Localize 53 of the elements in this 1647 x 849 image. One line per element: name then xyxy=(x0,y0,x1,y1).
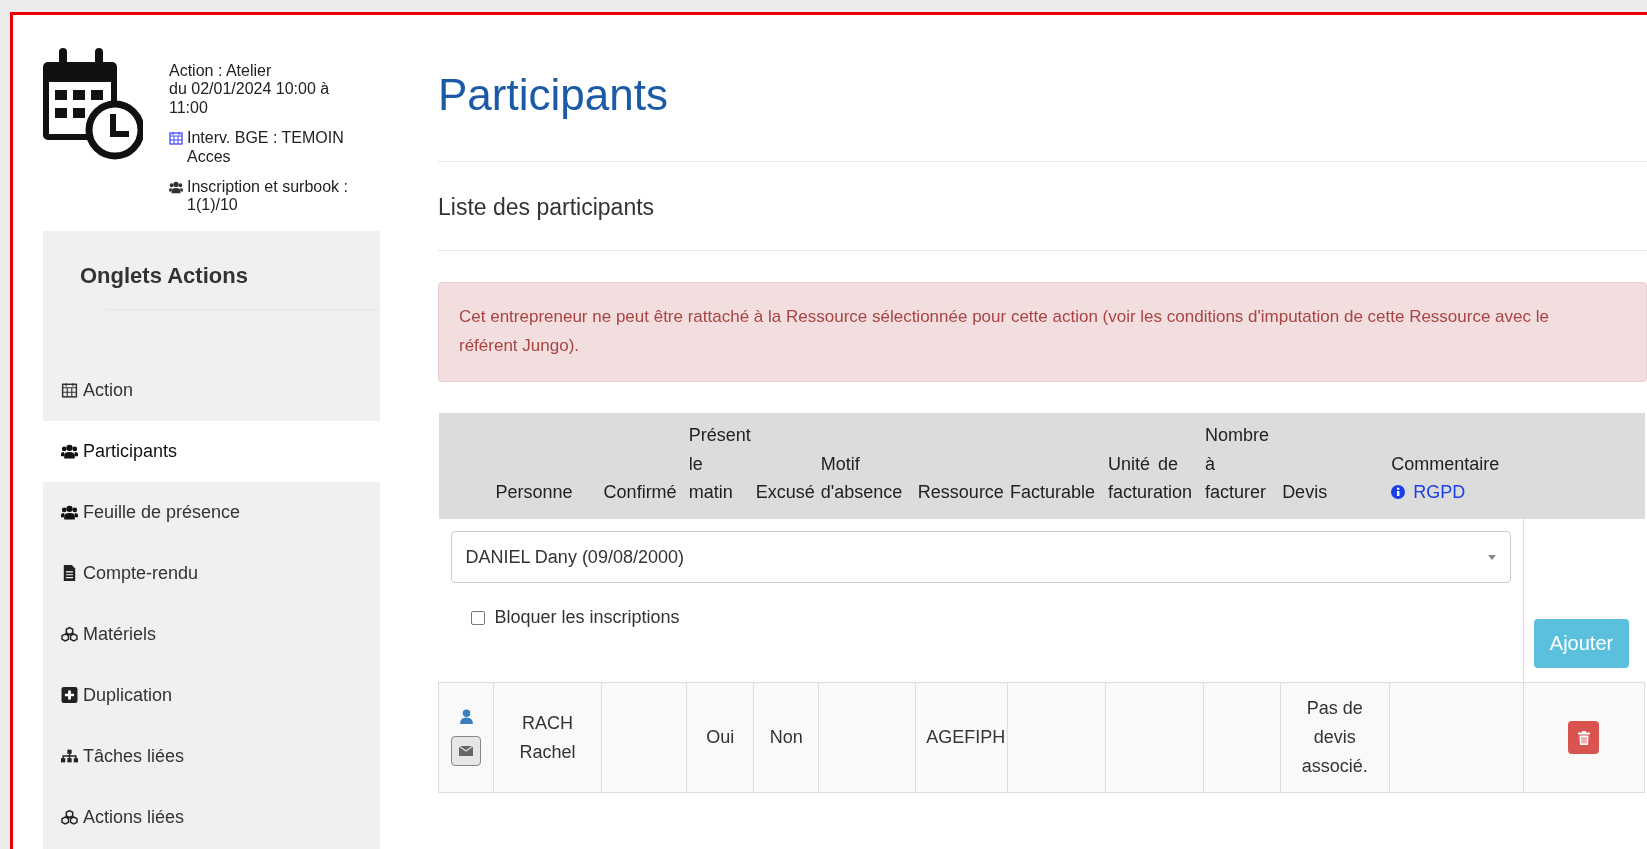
action-summary: Action : Atelier du 02/01/2024 10:00 à 11:00 xyxy=(169,62,331,118)
info-icon xyxy=(1391,485,1406,500)
column-header: Commentaire xyxy=(1391,453,1500,474)
cubes-icon xyxy=(61,809,78,826)
users-icon xyxy=(169,179,183,194)
calendar-icon xyxy=(61,382,78,399)
column-header: Ressource xyxy=(917,482,1004,503)
section-title: Liste des participants xyxy=(438,194,656,221)
sidebar-tab[interactable]: Matériels xyxy=(43,603,380,665)
rgpd-link[interactable]: RGPD xyxy=(1391,482,1466,503)
delete-button[interactable] xyxy=(1568,721,1600,755)
sidebar-tab[interactable]: Action xyxy=(43,359,380,421)
checkbox-label: Bloquer les inscriptions xyxy=(494,607,680,629)
trash-icon xyxy=(1577,730,1590,745)
column-header: Facturable xyxy=(1009,482,1095,503)
column-header: Unité de facturation xyxy=(1108,453,1193,503)
column-header: Nombre à facturer xyxy=(1205,424,1270,503)
checkbox[interactable] xyxy=(470,610,485,625)
intervenant-text: Interv. BGE : TEMOIN Acces xyxy=(187,129,345,166)
table-cell: Oui xyxy=(706,727,735,748)
calendar-clock-icon xyxy=(43,48,143,160)
error-alert: Cet entrepreneur ne peut être rattaché à la Ressource sélectionnée pour cette action (voir les conditions d'imputation de cette Ressource avec le référent Jungo). xyxy=(438,282,1647,382)
column-header: Devis xyxy=(1282,482,1328,503)
column-header: Confirmé xyxy=(603,482,677,503)
users-icon xyxy=(61,443,78,460)
inscription-text: Inscription et surbook : 1(1)/10 xyxy=(187,177,349,215)
table-cell: Non xyxy=(769,727,803,748)
column-header: Motif d'absence xyxy=(820,453,903,503)
column-header: Excusé xyxy=(755,482,815,503)
sidebar-tab[interactable]: Compte-rendu xyxy=(43,542,380,604)
sidebar-title: Onglets Actions xyxy=(79,261,249,290)
sidebar-tab[interactable]: Participants xyxy=(43,420,380,482)
sidebar-tab[interactable]: Duplication xyxy=(43,664,380,726)
page-title: Participants xyxy=(438,73,669,117)
column-header: Personne xyxy=(495,482,573,503)
sidebar-tab[interactable]: Actions liées xyxy=(43,786,380,848)
sitemap-icon xyxy=(61,748,78,765)
email-button[interactable] xyxy=(451,736,481,767)
caret-icon xyxy=(1487,554,1496,560)
document-icon xyxy=(61,565,78,582)
person-icon[interactable] xyxy=(459,709,473,725)
person-select[interactable]: DANIEL Dany (09/08/2000) xyxy=(450,531,1511,584)
envelope-icon xyxy=(459,746,473,757)
table-cell: AGEFIPH xyxy=(926,727,1006,748)
plus-square-icon xyxy=(61,687,78,704)
calendar-icon xyxy=(169,131,183,146)
users-icon xyxy=(61,504,78,521)
column-header: Présent le matin xyxy=(688,424,751,503)
sidebar-tab[interactable]: Feuille de présence xyxy=(43,481,380,543)
table-cell: RACH Rachel xyxy=(519,712,576,762)
cubes-icon xyxy=(61,626,78,643)
sidebar-tab[interactable]: Tâches liées xyxy=(43,725,380,787)
table-cell: Pas de devis associé. xyxy=(1301,698,1368,777)
